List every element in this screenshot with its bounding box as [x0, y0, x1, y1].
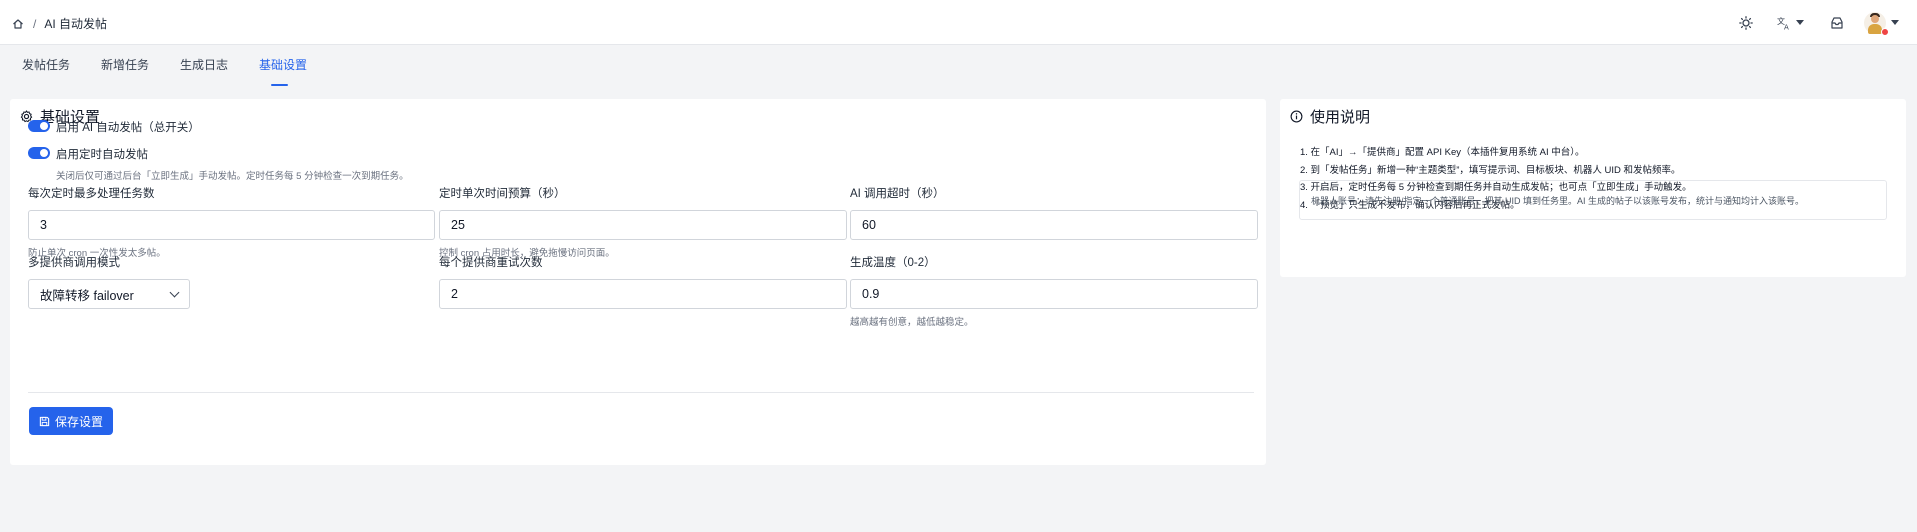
- tab-post-tasks[interactable]: 发帖任务: [22, 57, 70, 87]
- status-dot-icon: [1881, 27, 1889, 36]
- breadcrumb-separator: /: [33, 16, 37, 31]
- max-tasks-label: 每次定时最多处理任务数: [28, 188, 155, 200]
- breadcrumb: / AI 自动发帖: [12, 15, 107, 32]
- help-card: 使用说明 1. 在「AI」→「提供商」配置 API Key（本插件复用系统 AI…: [1280, 99, 1906, 277]
- save-icon: [39, 416, 50, 426]
- ai-timeout-label: AI 调用超时（秒）: [850, 188, 945, 200]
- retry-count-field: 每个提供商重试次数 2: [439, 254, 847, 309]
- home-icon[interactable]: [12, 18, 24, 30]
- user-menu[interactable]: [1864, 11, 1899, 36]
- breadcrumb-current: AI 自动发帖: [44, 17, 108, 31]
- max-tasks-input[interactable]: 3: [28, 210, 435, 240]
- enable-ai-label: 启用 AI 自动发帖（总开关）: [56, 122, 200, 134]
- temperature-input[interactable]: 0.9: [850, 279, 1258, 309]
- temperature-hint: 越高越有创意，越低越稳定。: [850, 317, 974, 328]
- settings-card: 基础设置 启用 AI 自动发帖（总开关） 启用定时自动发帖 关闭后仅可通过后台「…: [10, 99, 1266, 465]
- info-icon: [1290, 110, 1303, 123]
- save-button[interactable]: 保存设置: [29, 407, 114, 435]
- help-title: 使用说明: [1290, 106, 1370, 127]
- temperature-label: 生成温度（0-2）: [850, 257, 936, 269]
- enable-cron-hint: 关闭后仅可通过后台「立即生成」手动发帖。定时任务每 5 分钟检查一次到期任务。: [56, 171, 409, 182]
- help-step: 1. 在「AI」→「提供商」配置 API Key（本插件复用系统 AI 中台）。: [1300, 147, 1585, 158]
- ai-timeout-field: AI 调用超时（秒） 60: [850, 185, 1258, 240]
- ai-timeout-input[interactable]: 60: [850, 210, 1258, 240]
- chevron-down-icon: [1891, 20, 1899, 25]
- provider-mode-label: 多提供商调用模式: [28, 257, 120, 269]
- translate-icon[interactable]: 文A: [1777, 11, 1804, 35]
- tab-new-task[interactable]: 新增任务: [101, 57, 149, 87]
- avatar[interactable]: [1864, 11, 1889, 36]
- temperature-field: 生成温度（0-2） 0.9 越高越有创意，越低越稳定。: [850, 254, 1258, 328]
- chevron-down-icon: [1796, 20, 1804, 25]
- time-budget-input[interactable]: 25: [439, 210, 847, 240]
- help-title-text: 使用说明: [1310, 109, 1371, 126]
- retry-count-input[interactable]: 2: [439, 279, 847, 309]
- cron-row: 启用定时自动发帖 关闭后仅可通过后台「立即生成」手动发帖。定时任务每 5 分钟检…: [28, 146, 409, 182]
- enable-cron-toggle[interactable]: [28, 147, 50, 159]
- provider-mode-field: 多提供商调用模式 故障转移 failover: [28, 254, 190, 309]
- time-budget-field: 定时单次时间预算（秒） 25 控制 cron 占用时长，避免拖慢访问页面。: [439, 185, 847, 259]
- top-bar: / AI 自动发帖 文A: [0, 0, 1917, 45]
- enable-cron-label: 启用定时自动发帖: [56, 149, 148, 161]
- sun-icon[interactable]: [1739, 11, 1753, 35]
- help-step: 2. 到「发帖任务」新增一种“主题类型”，填写提示词、目标板块、机器人 UID …: [1300, 164, 1681, 176]
- time-budget-label: 定时单次时间预算（秒）: [439, 188, 566, 200]
- divider: [28, 392, 1254, 393]
- retry-count-label: 每个提供商重试次数: [439, 257, 543, 269]
- tab-basic-settings[interactable]: 基础设置: [259, 57, 307, 87]
- max-tasks-field: 每次定时最多处理任务数 3 防止单次 cron 一次性发太多帖。: [28, 185, 435, 259]
- provider-mode-select[interactable]: 故障转移 failover: [28, 279, 190, 309]
- enable-row: 启用 AI 自动发帖（总开关）: [28, 119, 200, 135]
- enable-ai-toggle[interactable]: [28, 120, 50, 132]
- inbox-icon[interactable]: [1830, 11, 1844, 35]
- tab-generation-log[interactable]: 生成日志: [180, 57, 228, 87]
- provider-mode-value: 故障转移 failover: [40, 288, 134, 303]
- svg-text:A: A: [1784, 23, 1789, 30]
- save-button-label: 保存设置: [55, 414, 104, 429]
- tab-bar: 发帖任务 新增任务 生成日志 基础设置: [22, 57, 338, 87]
- chevron-down-icon: [169, 287, 180, 297]
- bot-account-note: 机器人账号：请先注册/指定一个普通账号，把其 UID 填到任务里。AI 生成的帖…: [1299, 180, 1887, 220]
